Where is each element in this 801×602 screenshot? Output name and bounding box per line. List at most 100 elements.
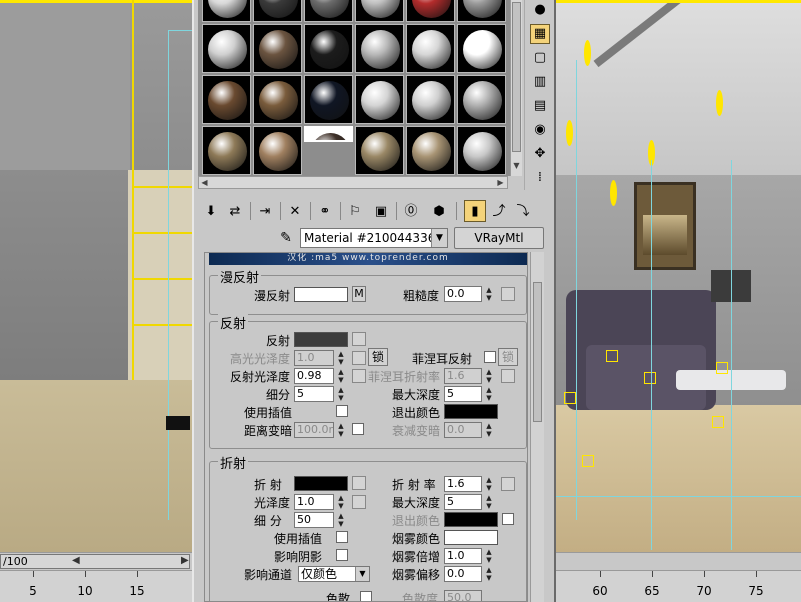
backlight-checker-icon[interactable]: ▦ — [530, 24, 550, 44]
material-slot[interactable] — [253, 75, 302, 124]
show-map-in-viewport-icon[interactable]: ⬢ — [428, 200, 450, 222]
hilight-gloss-field[interactable]: 1.0 — [294, 350, 334, 366]
sample-type-icon[interactable]: ● — [530, 0, 550, 20]
scroll-left-icon[interactable]: ◀ — [199, 177, 210, 188]
material-slot[interactable] — [304, 0, 353, 22]
refl-max-depth-field[interactable]: 5 — [444, 386, 482, 402]
prev-frame-icon[interactable]: ◀ — [72, 555, 80, 566]
refl-subdivs-field[interactable]: 5 — [294, 386, 334, 402]
dim-falloff-spinner[interactable]: ▲ ▼ — [484, 422, 494, 438]
material-name-field[interactable]: Material #2100443366 ▼ — [300, 228, 448, 248]
background-icon[interactable]: ▢ — [530, 48, 550, 68]
video-color-check-icon[interactable]: ▤ — [530, 96, 550, 116]
diffuse-color-swatch[interactable] — [294, 287, 348, 302]
reflect-color-swatch[interactable] — [294, 332, 348, 347]
go-to-parent-icon[interactable]: ⤴ — [488, 200, 510, 222]
refr-gloss-field[interactable]: 1.0 — [294, 494, 334, 510]
material-slot[interactable] — [457, 0, 506, 22]
material-slot[interactable] — [355, 24, 404, 73]
fresnel-ior-map-button[interactable] — [501, 369, 515, 383]
refl-max-depth-spinner[interactable]: ▲ ▼ — [484, 386, 494, 402]
refl-use-interp-checkbox[interactable] — [336, 405, 348, 417]
make-unique-icon[interactable]: ⚭ — [314, 200, 336, 222]
frame-counter[interactable]: /100 — [0, 554, 190, 569]
material-slot[interactable] — [253, 126, 302, 175]
refr-exit-color-swatch[interactable] — [444, 512, 498, 527]
material-effects-channel-icon[interactable]: ▣ — [370, 200, 392, 222]
refr-exit-color-checkbox[interactable] — [502, 513, 514, 525]
hilight-gloss-spinner[interactable]: ▲ ▼ — [336, 350, 346, 366]
options-icon[interactable]: ✥ — [530, 144, 550, 164]
scroll-right-icon[interactable]: ▶ — [495, 177, 506, 188]
refr-subdivs-field[interactable]: 50 — [294, 512, 334, 528]
fog-mult-spinner[interactable]: ▲ ▼ — [484, 548, 494, 564]
refl-gloss-spinner[interactable]: ▲ ▼ — [336, 368, 346, 384]
fog-mult-field[interactable]: 1.0 — [444, 548, 482, 564]
next-frame-icon[interactable]: ▶ — [181, 555, 189, 566]
roughness-map-button[interactable] — [501, 287, 515, 301]
fog-bias-field[interactable]: 0.0 — [444, 566, 482, 582]
hilight-gloss-map-button[interactable] — [352, 351, 366, 365]
scroll-down-icon[interactable]: ▼ — [511, 160, 522, 171]
affect-shadows-checkbox[interactable] — [336, 549, 348, 561]
slots-horizontal-scrollbar[interactable]: ◀ ▶ — [198, 176, 508, 189]
material-slot[interactable] — [355, 0, 404, 22]
material-slot[interactable] — [202, 0, 251, 22]
roughness-spinner[interactable]: ▲ ▼ — [484, 286, 494, 302]
dim-distance-checkbox[interactable] — [352, 423, 364, 435]
scroll-thumb[interactable] — [533, 282, 542, 422]
material-slot[interactable] — [457, 126, 506, 175]
sample-uv-tiling-icon[interactable]: ▥ — [530, 72, 550, 92]
fog-bias-spinner[interactable]: ▲ ▼ — [484, 566, 494, 582]
refr-gloss-map-button[interactable] — [352, 495, 366, 509]
affect-channels-select[interactable]: 仅颜色 ▼ — [298, 566, 370, 582]
refr-max-depth-field[interactable]: 5 — [444, 494, 482, 510]
material-slot[interactable] — [355, 126, 404, 175]
refr-subdivs-spinner[interactable]: ▲ ▼ — [336, 512, 346, 528]
material-slot[interactable] — [457, 24, 506, 73]
material-type-button[interactable]: VRayMtl — [454, 227, 544, 249]
material-slot[interactable] — [304, 24, 353, 73]
material-slot[interactable] — [253, 24, 302, 73]
fresnel-checkbox[interactable] — [484, 351, 496, 363]
viewport-right[interactable] — [556, 0, 801, 552]
material-slot[interactable] — [202, 75, 251, 124]
put-to-library-icon[interactable]: ⚐ — [344, 200, 366, 222]
show-end-result-icon[interactable]: ▮ — [464, 200, 486, 222]
make-preview-icon[interactable]: ◉ — [530, 120, 550, 140]
go-forward-to-sibling-icon[interactable]: ⤵ — [512, 200, 534, 222]
refract-map-button[interactable] — [352, 476, 366, 490]
fresnel-ior-field[interactable]: 1.6 — [444, 368, 482, 384]
dim-distance-spinner[interactable]: ▲ ▼ — [336, 422, 346, 438]
hilight-lock-button[interactable]: 锁 — [368, 348, 388, 366]
material-slot[interactable] — [202, 24, 251, 73]
chevron-down-icon[interactable]: ▼ — [355, 567, 369, 581]
ior-map-button[interactable] — [501, 477, 515, 491]
dispersion-checkbox[interactable] — [360, 591, 372, 601]
material-slot[interactable] — [457, 75, 506, 124]
reset-map-icon[interactable]: ✕ — [284, 200, 306, 222]
diffuse-map-button[interactable]: M — [352, 286, 366, 302]
get-material-icon[interactable]: ⬇ — [200, 200, 222, 222]
refr-max-depth-spinner[interactable]: ▲ ▼ — [484, 494, 494, 510]
refr-gloss-spinner[interactable]: ▲ ▼ — [336, 494, 346, 510]
viewport-left[interactable] — [0, 0, 192, 552]
refl-exit-color-swatch[interactable] — [444, 404, 498, 419]
parameters-scrollbar[interactable] — [530, 252, 544, 602]
chevron-down-icon[interactable]: ▼ — [431, 229, 447, 247]
eyedropper-icon[interactable]: ✎ — [276, 228, 296, 248]
dim-falloff-field[interactable]: 0.0 — [444, 422, 482, 438]
material-slot[interactable] — [406, 0, 455, 22]
material-slot[interactable] — [406, 24, 455, 73]
material-slot[interactable] — [406, 126, 455, 175]
fresnel-lock-button[interactable]: 锁 — [498, 348, 518, 366]
ior-spinner[interactable]: ▲ ▼ — [484, 476, 494, 492]
put-to-scene-icon[interactable]: ⇄ — [224, 200, 246, 222]
refl-gloss-field[interactable]: 0.98 — [294, 368, 334, 384]
dim-distance-field[interactable]: 100.0m — [294, 422, 334, 438]
material-id-channel-icon[interactable]: ⓪ — [400, 200, 422, 222]
material-slot[interactable] — [304, 75, 353, 124]
assign-to-selection-icon[interactable]: ⇥ — [254, 200, 276, 222]
reflect-map-button[interactable] — [352, 332, 366, 346]
slots-vertical-scrollbar[interactable]: ▼ — [510, 0, 522, 176]
